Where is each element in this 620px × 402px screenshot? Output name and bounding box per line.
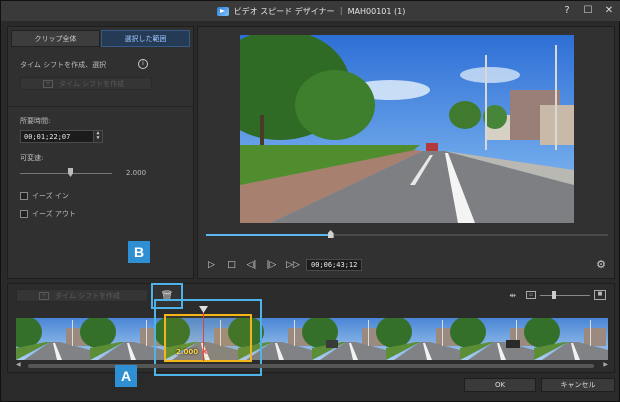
next-frame-icon[interactable]: |▷ (266, 260, 277, 270)
zoom-slider[interactable] (540, 290, 590, 299)
ease-out-checkbox[interactable]: イーズ アウト (20, 209, 76, 219)
duration-field[interactable]: 00;01;22;07 ▲ ▼ (20, 130, 103, 143)
info-icon[interactable]: i (138, 59, 148, 69)
window-controls: ? ☐ ✕ (561, 4, 615, 17)
ok-button[interactable]: OK (464, 378, 536, 392)
timeline-toolbar: + タイム シフトを作成 🗑 ⇹ ▫ ■ (8, 283, 614, 309)
duration-value: 00;01;22;07 (24, 132, 71, 141)
settings-panel: クリップ全体 選択した範囲 タイム シフトを作成、選択 i + タイム シフトを… (7, 26, 194, 279)
stop-icon[interactable]: □ (226, 260, 237, 270)
tab-bar: クリップ全体 選択した範囲 (11, 30, 190, 47)
callout-b: B (128, 241, 150, 263)
preview-panel: ▷ □ ◁| |▷ ▷▷ 00;06;43;12 ⚙ (197, 26, 615, 279)
divider (8, 106, 193, 107)
ease-out-label: イーズ アウト (32, 210, 76, 218)
app-logo-icon (216, 6, 229, 16)
duration-label: 所要時間: (20, 117, 51, 125)
gear-icon[interactable]: ⚙ (596, 258, 606, 271)
window-title: ビデオ スピード デザイナー ｜ MAH00101 (1) (216, 6, 406, 17)
scroll-left-icon[interactable]: ◀ (16, 361, 21, 368)
scroll-right-icon[interactable]: ▶ (603, 361, 608, 368)
maximize-button[interactable]: ☐ (582, 4, 594, 17)
playback-progress-fill (206, 234, 331, 236)
create-time-shift-label: タイム シフトを作成 (59, 79, 125, 88)
scrollbar-thumb[interactable] (28, 364, 594, 368)
zoom-control: ⇹ ▫ ■ (509, 290, 606, 300)
ease-in-checkbox[interactable]: イーズ イン (20, 191, 69, 201)
variable-speed-label: 可変速: (20, 154, 44, 162)
checkbox-box[interactable] (20, 210, 28, 218)
callout-a: A (115, 365, 137, 387)
selection-speed-label: 2.000 (176, 348, 199, 356)
timeline-create-time-shift-label: タイム シフトを作成 (55, 291, 121, 300)
fit-timeline-icon[interactable]: ⇹ (509, 291, 516, 300)
playback-progress-bar[interactable] (206, 230, 608, 238)
play-icon[interactable]: ▷ (206, 260, 217, 270)
thumbnail-frames (16, 318, 608, 360)
checkbox-box[interactable] (20, 192, 28, 200)
speed-slider-track[interactable] (20, 173, 112, 174)
tab-selected-range[interactable]: 選択した範囲 (101, 30, 190, 47)
window-title-text: ビデオ スピード デザイナー ｜ MAH00101 (1) (233, 6, 406, 16)
zoom-out-icon[interactable]: ▫ (526, 291, 536, 299)
video-preview (240, 35, 574, 223)
video-frame-image (240, 35, 574, 223)
close-button[interactable]: ✕ (603, 4, 615, 17)
timeline-thumbnail-strip[interactable] (16, 318, 608, 360)
speed-slider-thumb[interactable] (68, 168, 73, 177)
speed-value: 2.000 (126, 169, 147, 177)
previous-frame-icon[interactable]: ◁| (246, 260, 257, 270)
timecode-display: 00;06;43;12 (306, 259, 363, 271)
timeline-scrollbar[interactable]: ◀ ▶ (16, 361, 608, 369)
title-bar: ビデオ スピード デザイナー ｜ MAH00101 (1) ? ☐ ✕ (1, 1, 620, 21)
plus-icon: + (43, 79, 53, 88)
speed-designer-window: ビデオ スピード デザイナー ｜ MAH00101 (1) ? ☐ ✕ クリップ… (0, 0, 620, 402)
timeline-create-time-shift-button: + タイム シフトを作成 (16, 289, 148, 302)
cancel-button[interactable]: キャンセル (541, 378, 615, 392)
duration-stepper[interactable]: ▲ ▼ (93, 131, 102, 142)
plus-icon: + (39, 291, 49, 300)
selection-remove-marker[interactable]: X (202, 348, 207, 356)
time-shift-heading: タイム シフトを作成、選択 (20, 61, 107, 69)
playback-scrubber-handle[interactable] (327, 230, 334, 238)
playback-controls: ▷ □ ◁| |▷ ▷▷ 00;06;43;12 (206, 259, 363, 271)
fast-forward-icon[interactable]: ▷▷ (286, 260, 300, 270)
help-button[interactable]: ? (561, 4, 573, 17)
ease-in-label: イーズ イン (32, 192, 69, 200)
create-time-shift-button: + タイム シフトを作成 (20, 77, 152, 90)
zoom-in-icon[interactable]: ■ (594, 290, 606, 300)
timeline-panel: + タイム シフトを作成 🗑 ⇹ ▫ ■ 2.000 X ◀ ▶ (7, 283, 615, 376)
zoom-slider-thumb[interactable] (552, 290, 556, 299)
tab-whole-clip[interactable]: クリップ全体 (11, 30, 100, 47)
